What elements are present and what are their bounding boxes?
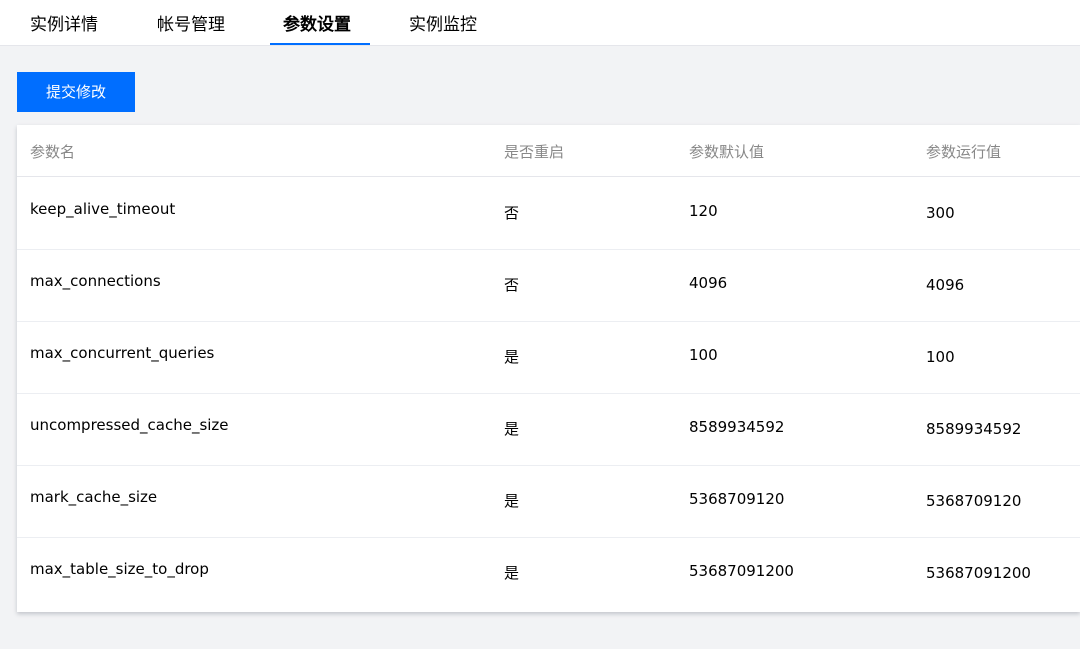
column-header-running-value: 参数运行值 bbox=[926, 143, 1002, 161]
running-value-cell[interactable]: 300 bbox=[926, 204, 955, 222]
column-header-default-value: 参数默认值 bbox=[689, 143, 765, 161]
active-tab-indicator bbox=[270, 43, 370, 45]
restart-required-cell: 是 bbox=[504, 348, 520, 366]
table-row: max_table_size_to_drop 是 53687091200 536… bbox=[17, 538, 1080, 610]
restart-required-cell: 否 bbox=[504, 204, 520, 222]
running-value-cell[interactable]: 4096 bbox=[926, 276, 964, 294]
restart-required-cell: 否 bbox=[504, 276, 520, 294]
param-name-cell: max_table_size_to_drop bbox=[30, 560, 209, 578]
table-row: max_connections 否 4096 4096 bbox=[17, 250, 1080, 322]
running-value-cell[interactable]: 8589934592 bbox=[926, 420, 1021, 438]
param-name-cell: max_concurrent_queries bbox=[30, 344, 215, 362]
running-value-cell[interactable]: 53687091200 bbox=[926, 564, 1031, 582]
table-row: mark_cache_size 是 5368709120 5368709120 bbox=[17, 466, 1080, 538]
restart-required-cell: 是 bbox=[504, 492, 520, 510]
restart-required-cell: 是 bbox=[504, 420, 520, 438]
param-name-cell: uncompressed_cache_size bbox=[30, 416, 229, 434]
tab-instance-monitoring[interactable]: 实例监控 bbox=[409, 0, 477, 46]
table-row: max_concurrent_queries 是 100 100 bbox=[17, 322, 1080, 394]
tab-account-management[interactable]: 帐号管理 bbox=[157, 0, 225, 46]
running-value-cell[interactable]: 5368709120 bbox=[926, 492, 1021, 510]
column-header-restart: 是否重启 bbox=[504, 143, 565, 161]
param-name-cell: mark_cache_size bbox=[30, 488, 158, 506]
default-value-cell: 120 bbox=[689, 202, 718, 220]
param-name-cell: max_connections bbox=[30, 272, 161, 290]
restart-required-cell: 是 bbox=[504, 564, 520, 582]
running-value-cell[interactable]: 100 bbox=[926, 348, 955, 366]
tab-bar: 实例详情 帐号管理 参数设置 实例监控 bbox=[0, 0, 1080, 46]
default-value-cell: 4096 bbox=[689, 274, 728, 292]
parameter-table: 参数名 是否重启 参数默认值 参数运行值 keep_alive_timeout … bbox=[17, 125, 1080, 612]
tab-parameter-settings[interactable]: 参数设置 bbox=[283, 0, 351, 46]
table-row: uncompressed_cache_size 是 8589934592 858… bbox=[17, 394, 1080, 466]
default-value-cell: 8589934592 bbox=[689, 418, 785, 436]
table-row: keep_alive_timeout 否 120 300 bbox=[17, 178, 1080, 250]
default-value-cell: 53687091200 bbox=[689, 562, 794, 580]
default-value-cell: 5368709120 bbox=[689, 490, 785, 508]
param-name-cell: keep_alive_timeout bbox=[30, 200, 176, 218]
submit-changes-button[interactable]: 提交修改 bbox=[17, 72, 135, 112]
default-value-cell: 100 bbox=[689, 346, 718, 364]
tab-instance-details[interactable]: 实例详情 bbox=[30, 0, 98, 46]
table-header: 参数名 是否重启 参数默认值 参数运行值 bbox=[17, 125, 1080, 177]
column-header-param-name: 参数名 bbox=[30, 143, 76, 161]
